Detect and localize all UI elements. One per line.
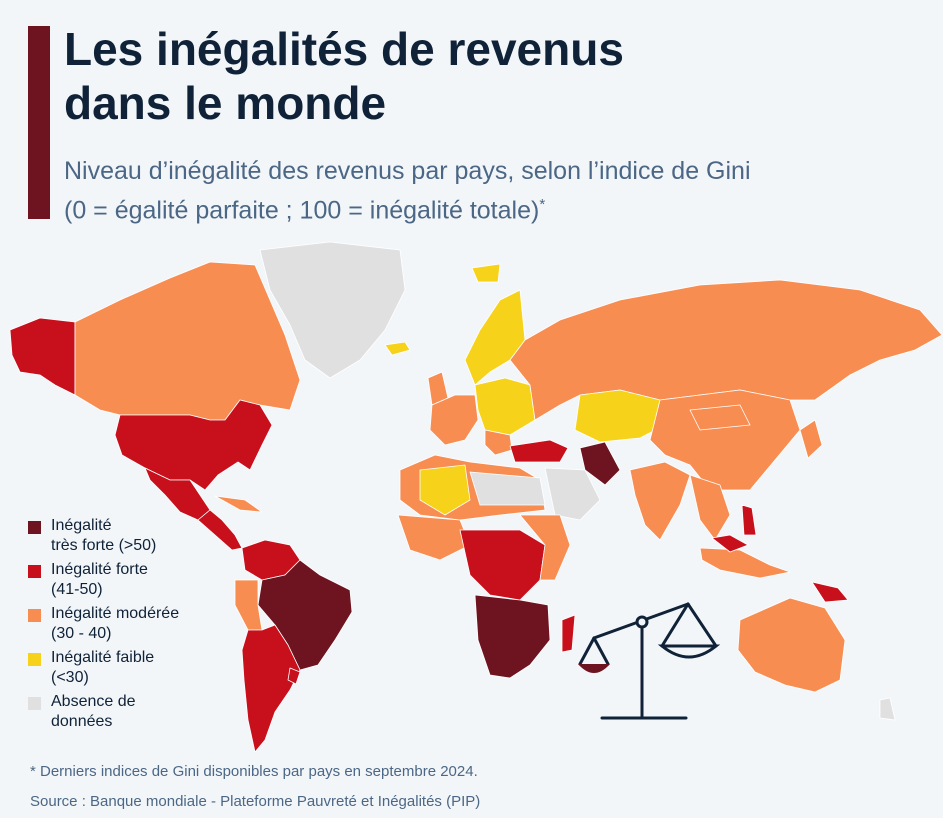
legend-text-line: (30 - 40) bbox=[51, 625, 112, 642]
indonesia bbox=[699, 547, 791, 579]
iceland bbox=[384, 341, 411, 356]
southern-africa bbox=[474, 594, 551, 679]
australia bbox=[737, 597, 846, 693]
legend-text-line: Inégalité modérée bbox=[51, 605, 180, 622]
west-africa bbox=[397, 514, 471, 561]
title-line-2: dans le monde bbox=[64, 77, 387, 129]
legend-label-low: Inégalité faible (<30) bbox=[51, 648, 154, 688]
footnote: * Derniers indices de Gini disponibles p… bbox=[30, 763, 478, 780]
legend-label-very-high: Inégalité très forte (>50) bbox=[51, 516, 156, 556]
alaska bbox=[9, 317, 76, 396]
legend-text-line: (41-50) bbox=[51, 581, 103, 598]
arabian-peninsula bbox=[544, 467, 601, 521]
new-zealand bbox=[879, 697, 896, 721]
legend-item-low: Inégalité faible (<30) bbox=[28, 648, 268, 688]
eastern-europe bbox=[474, 377, 536, 436]
balance-scale-icon bbox=[578, 602, 721, 720]
caribbean bbox=[214, 495, 263, 513]
legend-text-line: Inégalité faible bbox=[51, 649, 155, 666]
title-line-1: Les inégalités de revenus bbox=[64, 23, 624, 75]
legend-text-line: très forte (>50) bbox=[51, 537, 157, 554]
canada bbox=[74, 261, 301, 421]
subtitle-line-1: Niveau d’inégalité des revenus par pays,… bbox=[64, 157, 751, 185]
legend-label-moderate: Inégalité modérée (30 - 40) bbox=[51, 604, 179, 644]
subtitle-line-2: (0 = égalité parfaite ; 100 = inégalité … bbox=[64, 188, 934, 227]
philippines bbox=[741, 504, 757, 536]
legend-text-line: données bbox=[51, 713, 113, 730]
subtitle-footnote-mark: * bbox=[539, 196, 546, 213]
japan bbox=[799, 419, 823, 459]
legend-item-high: Inégalité forte (41-50) bbox=[28, 560, 268, 600]
subtitle-line-2-text: (0 = égalité parfaite ; 100 = inégalité … bbox=[64, 196, 540, 225]
legend-text-line: Inégalité bbox=[51, 517, 112, 534]
title-accent-bar bbox=[28, 26, 50, 219]
svalbard bbox=[471, 263, 501, 283]
western-europe bbox=[429, 394, 479, 446]
page-title: Les inégalités de revenus dans le monde bbox=[64, 22, 924, 130]
turkey bbox=[509, 439, 569, 463]
legend-swatch-moderate bbox=[28, 609, 41, 622]
legend-text-line: Inégalité forte bbox=[51, 561, 148, 578]
legend-text-line: Absence de bbox=[51, 693, 136, 710]
legend-swatch-low bbox=[28, 653, 41, 666]
madagascar bbox=[561, 614, 576, 653]
india bbox=[629, 461, 691, 541]
legend-item-very-high: Inégalité très forte (>50) bbox=[28, 516, 268, 556]
page-subtitle: Niveau d’inégalité des revenus par pays,… bbox=[64, 154, 934, 227]
legend-swatch-no-data bbox=[28, 697, 41, 710]
central-africa bbox=[459, 529, 546, 601]
legend-text-line: (<30) bbox=[51, 669, 89, 686]
legend: Inégalité très forte (>50) Inégalité for… bbox=[28, 516, 268, 736]
legend-item-no-data: Absence de données bbox=[28, 692, 268, 732]
legend-label-no-data: Absence de données bbox=[51, 692, 136, 732]
legend-label-high: Inégalité forte (41-50) bbox=[51, 560, 148, 600]
papua-new-guinea bbox=[811, 581, 849, 603]
scandinavia bbox=[464, 289, 526, 386]
legend-item-moderate: Inégalité modérée (30 - 40) bbox=[28, 604, 268, 644]
mongolia bbox=[689, 404, 751, 431]
legend-swatch-high bbox=[28, 565, 41, 578]
legend-swatch-very-high bbox=[28, 521, 41, 534]
source: Source : Banque mondiale - Plateforme Pa… bbox=[30, 793, 481, 810]
